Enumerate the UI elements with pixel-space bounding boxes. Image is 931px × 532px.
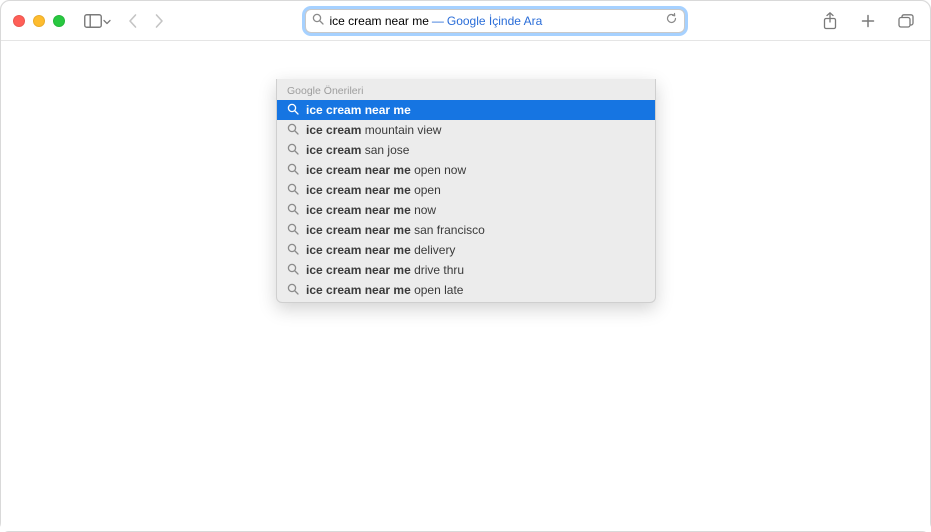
suggestions-header: Google Önerileri	[277, 83, 655, 100]
forward-button[interactable]	[147, 9, 171, 33]
back-button[interactable]	[121, 9, 145, 33]
tab-overview-button[interactable]	[894, 9, 918, 33]
suggestion-text: ice cream near me delivery	[306, 243, 455, 257]
search-icon	[287, 283, 299, 298]
address-bar-container: ice cream near me — Google İçinde Ara	[179, 9, 810, 33]
search-icon	[287, 163, 299, 178]
suggestion-text: ice cream near me now	[306, 203, 436, 217]
toolbar-right-group	[818, 9, 918, 33]
suggestion-item[interactable]: ice cream near me open late	[277, 280, 655, 300]
sidebar-toggle-group	[81, 9, 111, 33]
search-suggestions-dropdown: Google Önerileri ice cream near meice cr…	[276, 79, 656, 303]
search-icon	[287, 103, 299, 118]
reload-button[interactable]	[665, 12, 678, 30]
suggestion-item[interactable]: ice cream near me delivery	[277, 240, 655, 260]
suggestion-text: ice cream near me open now	[306, 163, 466, 177]
minimize-window-button[interactable]	[33, 15, 45, 27]
window-controls	[13, 15, 65, 27]
toolbar: ice cream near me — Google İçinde Ara	[1, 1, 930, 41]
suggestion-text: ice cream near me open	[306, 183, 441, 197]
suggestion-item[interactable]: ice cream near me san francisco	[277, 220, 655, 240]
reload-icon	[665, 12, 678, 25]
tabs-icon	[898, 14, 914, 28]
search-icon	[287, 243, 299, 258]
address-bar[interactable]: ice cream near me — Google İçinde Ara	[305, 9, 685, 33]
address-hint: Google İçinde Ara	[447, 14, 542, 28]
search-icon	[287, 263, 299, 278]
search-icon	[287, 203, 299, 218]
suggestion-item[interactable]: ice cream near me	[277, 100, 655, 120]
page-content: Google Önerileri ice cream near meice cr…	[1, 41, 930, 531]
chevron-down-icon[interactable]	[103, 12, 111, 30]
search-icon	[287, 123, 299, 138]
share-icon	[823, 12, 837, 30]
new-tab-button[interactable]	[856, 9, 880, 33]
suggestion-item[interactable]: ice cream san jose	[277, 140, 655, 160]
address-hint-separator: —	[432, 14, 444, 28]
suggestion-item[interactable]: ice cream near me now	[277, 200, 655, 220]
navigation-buttons	[121, 9, 171, 33]
sidebar-icon	[84, 14, 102, 28]
sidebar-toggle-button[interactable]	[81, 9, 105, 33]
suggestion-text: ice cream mountain view	[306, 123, 441, 137]
suggestion-item[interactable]: ice cream near me open now	[277, 160, 655, 180]
suggestion-text: ice cream near me san francisco	[306, 223, 485, 237]
chevron-right-icon	[154, 13, 164, 29]
suggestion-text: ice cream near me open late	[306, 283, 463, 297]
address-bar-text: ice cream near me — Google İçinde Ara	[330, 14, 659, 28]
suggestion-item[interactable]: ice cream mountain view	[277, 120, 655, 140]
suggestion-text: ice cream near me	[306, 103, 411, 117]
search-icon	[287, 223, 299, 238]
close-window-button[interactable]	[13, 15, 25, 27]
search-icon	[287, 143, 299, 158]
chevron-left-icon	[128, 13, 138, 29]
browser-window: ice cream near me — Google İçinde Ara	[0, 0, 931, 532]
suggestion-item[interactable]: ice cream near me open	[277, 180, 655, 200]
share-button[interactable]	[818, 9, 842, 33]
plus-icon	[861, 14, 875, 28]
address-query: ice cream near me	[330, 14, 429, 28]
search-icon	[287, 183, 299, 198]
search-icon	[312, 12, 324, 30]
suggestion-item[interactable]: ice cream near me drive thru	[277, 260, 655, 280]
suggestions-list: ice cream near me ice cream mountain view…	[277, 100, 655, 300]
maximize-window-button[interactable]	[53, 15, 65, 27]
suggestion-text: ice cream san jose	[306, 143, 409, 157]
suggestion-text: ice cream near me drive thru	[306, 263, 464, 277]
